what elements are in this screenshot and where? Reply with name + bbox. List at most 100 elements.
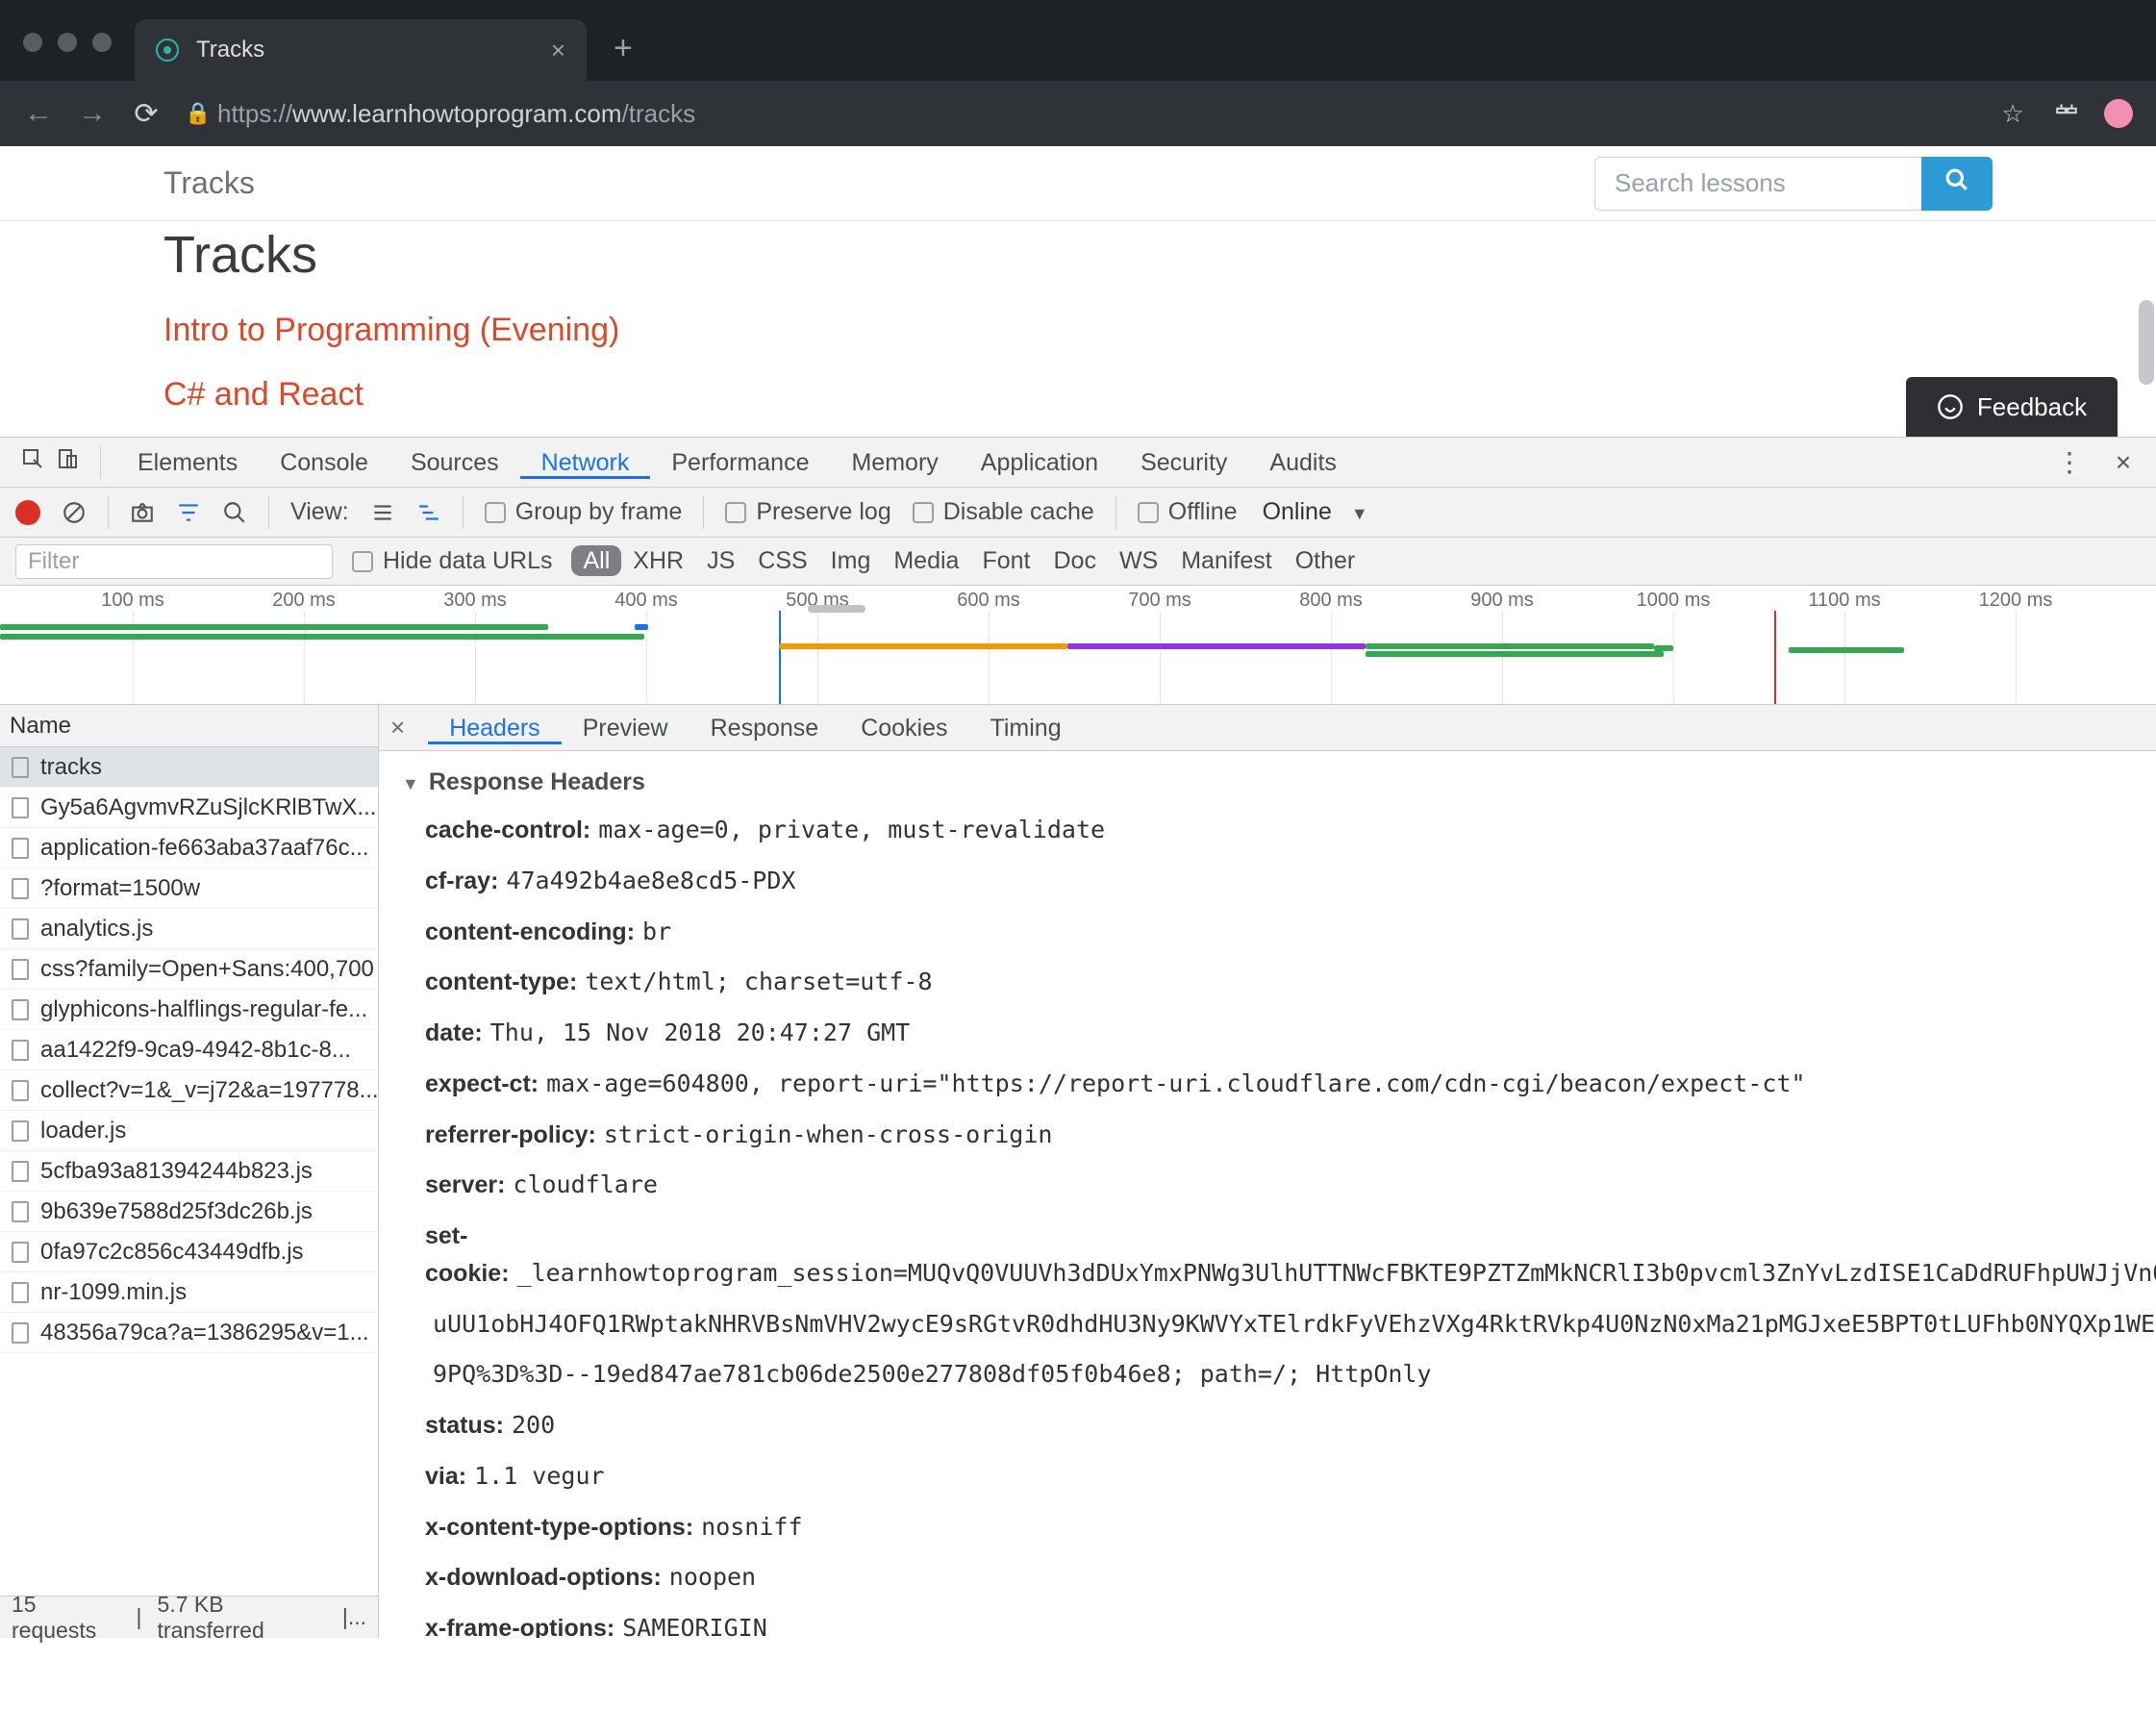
star-icon[interactable]: ☆: [1996, 99, 2029, 129]
new-tab-button[interactable]: +: [587, 30, 660, 81]
request-row[interactable]: collect?v=1&_v=j72&a=197778...: [0, 1070, 378, 1111]
response-header-row: set-cookie:_learnhowtoprogram_session=MU…: [425, 1218, 2133, 1293]
request-row[interactable]: glyphicons-halflings-regular-fe...: [0, 990, 378, 1030]
response-headers-section[interactable]: Response Headers: [402, 768, 2133, 796]
group-by-frame-checkbox[interactable]: Group by frame: [485, 498, 683, 526]
forward-button[interactable]: →: [77, 97, 108, 130]
devtools-tab-elements[interactable]: Elements: [116, 449, 259, 476]
request-row[interactable]: 5cfba93a81394244b823.js: [0, 1151, 378, 1192]
search-group: [1594, 157, 1993, 211]
throttling-select[interactable]: Online▼: [1263, 498, 1368, 526]
file-icon: [12, 838, 29, 859]
request-row[interactable]: 48356a79ca?a=1386295&v=1...: [0, 1313, 378, 1353]
traffic-min[interactable]: [58, 33, 77, 52]
detail-tab-cookies[interactable]: Cookies: [840, 715, 968, 742]
detail-tab-headers[interactable]: Headers: [428, 715, 562, 744]
profile-avatar[interactable]: [2104, 99, 2133, 128]
feedback-button[interactable]: Feedback: [1906, 377, 2118, 437]
devtools-tab-network[interactable]: Network: [520, 449, 651, 479]
disable-cache-checkbox[interactable]: Disable cache: [913, 498, 1094, 526]
timeline-scrollbar[interactable]: [808, 605, 865, 613]
request-row[interactable]: 9b639e7588d25f3dc26b.js: [0, 1192, 378, 1232]
devtools-tab-memory[interactable]: Memory: [830, 449, 959, 476]
filter-type-doc[interactable]: Doc: [1041, 545, 1107, 576]
request-row[interactable]: tracks: [0, 747, 378, 788]
devtools-tab-audits[interactable]: Audits: [1248, 449, 1357, 476]
tab-close-icon[interactable]: ×: [551, 36, 565, 65]
filter-type-img[interactable]: Img: [819, 545, 883, 576]
devtools-close-icon[interactable]: ×: [2106, 447, 2141, 478]
response-header-row: uUU1obHJ4OFQ1RWptakNHRVBsNmVHV2wycE9sRGt…: [425, 1306, 2133, 1344]
page-body: Tracks Intro to Programming (Evening) C#…: [0, 225, 2156, 437]
view-waterfall-icon[interactable]: [416, 500, 441, 525]
screenshot-icon[interactable]: [130, 500, 155, 525]
detail-tab-timing[interactable]: Timing: [969, 715, 1083, 742]
traffic-close[interactable]: [23, 33, 42, 52]
response-header-row: status:200: [425, 1407, 2133, 1445]
page-brand[interactable]: Tracks: [163, 165, 255, 201]
filter-type-all[interactable]: All: [571, 545, 621, 576]
page-scrollbar[interactable]: [2139, 300, 2154, 385]
response-header-row: content-encoding:br: [425, 914, 2133, 951]
url-text[interactable]: https://www.learnhowtoprogram.com/tracks: [217, 99, 1975, 129]
track-link[interactable]: Intro to Programming (Evening): [163, 312, 1993, 349]
network-timeline[interactable]: 100 ms200 ms300 ms400 ms500 ms600 ms700 …: [0, 586, 2156, 705]
kebab-icon[interactable]: ⋮: [2052, 446, 2087, 478]
hide-data-urls-checkbox[interactable]: Hide data URLs: [352, 547, 552, 575]
detail-tab-response[interactable]: Response: [689, 715, 840, 742]
search-input[interactable]: [1594, 157, 1921, 211]
view-list-icon[interactable]: [370, 500, 395, 525]
clear-button[interactable]: [62, 500, 87, 525]
request-row[interactable]: ?format=1500w: [0, 868, 378, 909]
filter-type-js[interactable]: JS: [695, 545, 746, 576]
browser-tab[interactable]: Tracks ×: [135, 19, 587, 81]
request-row[interactable]: application-fe663aba37aaf76c...: [0, 828, 378, 868]
request-row[interactable]: nr-1099.min.js: [0, 1272, 378, 1313]
preserve-log-checkbox[interactable]: Preserve log: [725, 498, 890, 526]
devtools-tabbar: ElementsConsoleSourcesNetworkPerformance…: [0, 438, 2156, 488]
filter-input[interactable]: [15, 544, 333, 579]
filter-type-css[interactable]: CSS: [746, 545, 818, 576]
record-button[interactable]: [15, 500, 40, 525]
view-label: View:: [290, 498, 349, 526]
device-toggle-icon[interactable]: [50, 447, 85, 477]
extensions-icon[interactable]: [2050, 98, 2083, 130]
window-controls: [0, 33, 135, 81]
request-row[interactable]: aa1422f9-9ca9-4942-8b1c-8...: [0, 1030, 378, 1070]
file-icon: [12, 797, 29, 818]
filter-type-font[interactable]: Font: [970, 545, 1041, 576]
headers-panel[interactable]: Response Headers cache-control:max-age=0…: [379, 751, 2156, 1638]
file-icon: [12, 1322, 29, 1344]
filter-type-ws[interactable]: WS: [1108, 545, 1169, 576]
request-row[interactable]: analytics.js: [0, 909, 378, 949]
file-icon: [12, 1282, 29, 1303]
reload-button[interactable]: ⟳: [131, 97, 162, 131]
search-icon[interactable]: [222, 500, 247, 525]
filter-type-manifest[interactable]: Manifest: [1169, 545, 1283, 576]
request-row[interactable]: css?family=Open+Sans:400,700: [0, 949, 378, 990]
devtools-tab-console[interactable]: Console: [259, 449, 389, 476]
request-row[interactable]: 0fa97c2c856c43449dfb.js: [0, 1232, 378, 1272]
devtools-tab-application[interactable]: Application: [960, 449, 1119, 476]
inspect-icon[interactable]: [15, 447, 50, 477]
filter-toggle-icon[interactable]: [176, 500, 201, 525]
filter-type-media[interactable]: Media: [882, 545, 970, 576]
request-row[interactable]: Gy5a6AgvmvRZuSjlcKRlBTwX...: [0, 788, 378, 828]
detail-close-icon[interactable]: ×: [390, 713, 405, 742]
back-button[interactable]: ←: [23, 97, 54, 130]
request-row[interactable]: loader.js: [0, 1111, 378, 1151]
track-link[interactable]: C# and React: [163, 376, 1993, 414]
detail-tab-preview[interactable]: Preview: [562, 715, 689, 742]
search-button[interactable]: [1921, 157, 1993, 211]
lock-icon[interactable]: 🔒: [185, 101, 204, 126]
offline-checkbox[interactable]: Offline: [1138, 498, 1238, 526]
file-icon: [12, 1040, 29, 1061]
traffic-max[interactable]: [92, 33, 112, 52]
devtools-tab-security[interactable]: Security: [1119, 449, 1248, 476]
tab-title: Tracks: [196, 37, 264, 63]
filter-type-other[interactable]: Other: [1284, 545, 1367, 576]
devtools-tab-sources[interactable]: Sources: [389, 449, 520, 476]
column-header-name[interactable]: Name: [0, 705, 378, 747]
filter-type-xhr[interactable]: XHR: [621, 545, 695, 576]
devtools-tab-performance[interactable]: Performance: [650, 449, 830, 476]
